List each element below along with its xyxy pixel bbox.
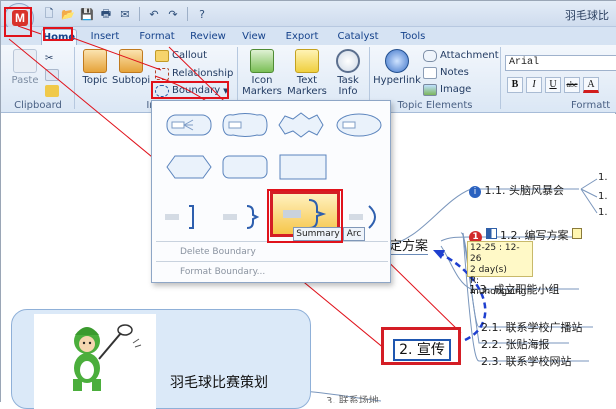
task-dates: 12-25 : 12-26: [470, 243, 520, 264]
menu-separator: [156, 261, 388, 262]
arc-tooltip: Arc: [343, 227, 365, 241]
topic-2-3[interactable]: 2.3. 联系学校网站: [481, 353, 572, 369]
central-topic-title: 羽毛球比赛策划: [170, 375, 268, 391]
topic-2-publicity[interactable]: 2. 宣传: [393, 339, 451, 361]
topic-1-3[interactable]: 1.3. 成立职能小组: [469, 281, 560, 297]
summary-brace-icon: [223, 205, 260, 229]
boundary-cloud-icon: [336, 113, 382, 137]
annotation-box-logo: [4, 7, 32, 37]
notes-icon: [572, 228, 582, 239]
task-info-box: 12-25 : 12-26 2 day(s) R: muhongxing: [467, 241, 533, 297]
topic-2-2[interactable]: 2.2. 张贴海报: [481, 336, 550, 352]
boundary-rounded-icon: [166, 114, 212, 136]
annotation-box-boundary: [151, 81, 229, 99]
annotation-box-summary: [267, 189, 343, 243]
topic-2-1[interactable]: 2.1. 联系学校广播站: [481, 319, 583, 335]
topic-1-1[interactable]: i 1.1. 头脑风暴会: [469, 182, 564, 198]
topic-partial[interactable]: 1.: [598, 172, 608, 183]
boundary-style-cloud[interactable]: [332, 109, 384, 139]
topic-partial[interactable]: 1.: [598, 207, 608, 218]
topic-plan[interactable]: 定方案: [389, 235, 429, 255]
boundary-style-hexagon[interactable]: [162, 151, 214, 181]
topic-1-1-label: 1.1. 头脑风暴会: [484, 184, 565, 197]
summary-bracket-icon: [165, 205, 194, 229]
annotation-box-home-tab: [43, 27, 73, 41]
summary-style-square-bracket[interactable]: [158, 201, 210, 231]
task-duration: 2 day(s): [470, 265, 507, 275]
boundary-rounded-rect-icon: [222, 155, 268, 179]
boundary-wavy-icon: [222, 113, 268, 137]
summary-style-brace[interactable]: [214, 201, 266, 231]
branch-line: [580, 178, 598, 214]
boundary-style-wavy[interactable]: [218, 109, 270, 139]
boundary-hexagon-icon: [166, 155, 212, 179]
boundary-style-rounded-rect[interactable]: [218, 151, 270, 181]
format-boundary-command[interactable]: Format Boundary...: [180, 266, 265, 278]
boundary-rectangle-icon: [279, 154, 327, 180]
task-progress-icon: [485, 228, 497, 239]
app-window: M 🗋 📂 💾 🖶 ✉ ↶ ↷ ? 羽毛球比 Home Insert Forma…: [0, 0, 616, 409]
delete-boundary-command[interactable]: Delete Boundary: [180, 246, 256, 258]
boundary-style-spiky[interactable]: [274, 109, 326, 139]
boundary-style-rectangle[interactable]: [276, 151, 328, 181]
boundary-spiky-icon: [278, 112, 324, 138]
topic-3[interactable]: 3. 联系场地: [326, 392, 379, 403]
annotation-arrow: [72, 37, 162, 71]
boundary-style-rounded[interactable]: [162, 109, 214, 139]
info-icon: i: [469, 186, 481, 198]
mascot-icon: [73, 324, 142, 391]
topic-partial[interactable]: 1.: [598, 191, 608, 202]
